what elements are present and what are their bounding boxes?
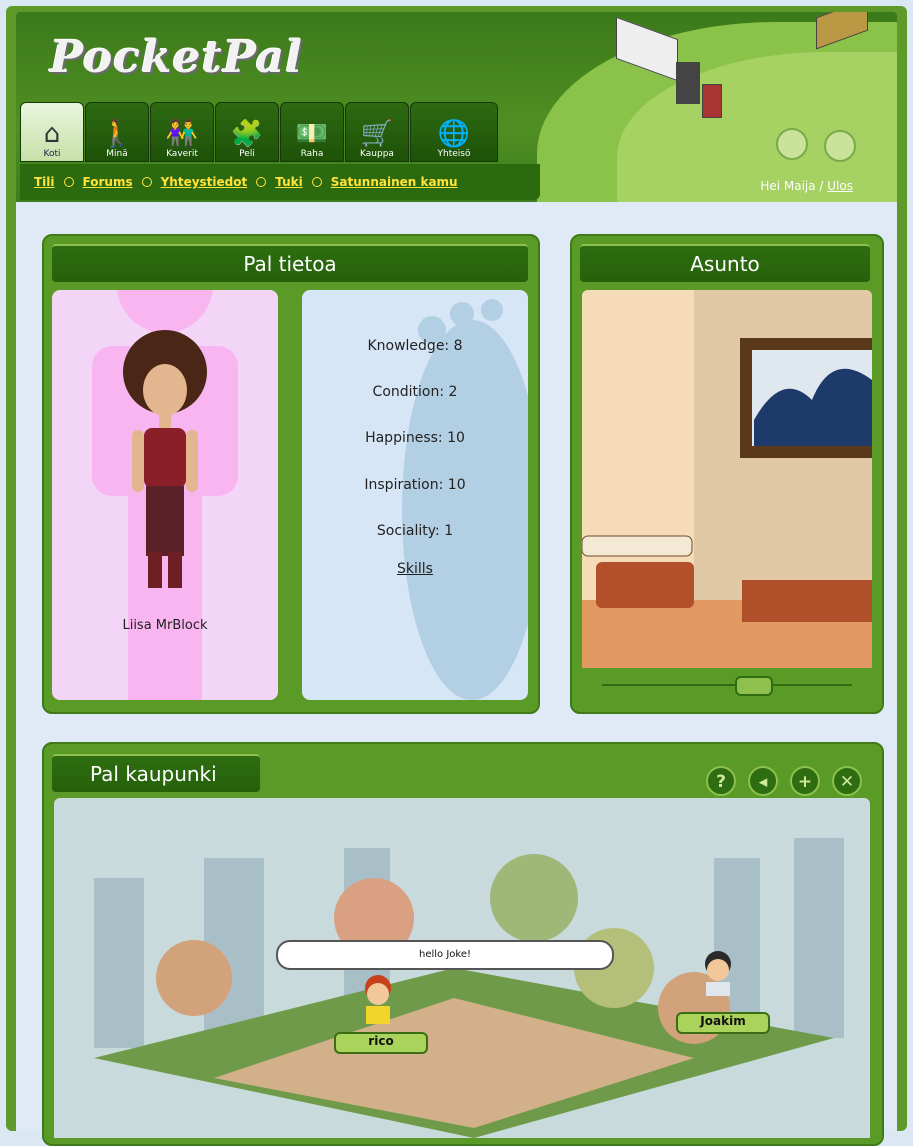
logout-link[interactable]: Ulos: [827, 179, 853, 193]
close-icon[interactable]: ✕: [832, 766, 862, 796]
money-icon: 💵: [295, 119, 329, 149]
stat-condition: Condition: 2: [372, 384, 458, 400]
stat-knowledge: Knowledge: 8: [367, 338, 463, 354]
tab-0[interactable]: ⌂ Koti: [20, 102, 84, 162]
tab-label: Minä: [106, 149, 128, 159]
globe-icon: 🌐: [437, 119, 471, 149]
subnav-link[interactable]: Tili: [34, 175, 55, 189]
tab-5[interactable]: 🛒 Kauppa: [345, 102, 409, 162]
rico-sprite: [365, 975, 391, 1024]
city-view[interactable]: hello Joke! rico Joakim: [54, 798, 870, 1138]
user-greeting: Hei Maija / Ulos: [760, 179, 853, 193]
tab-label: Kaverit: [166, 149, 198, 159]
home-icon: ⌂: [43, 119, 61, 149]
help-icon[interactable]: ?: [706, 766, 736, 796]
room-slider-track[interactable]: [602, 684, 852, 686]
room-view[interactable]: [582, 290, 872, 668]
tab-label: Raha: [300, 149, 324, 159]
subnav-link[interactable]: Tuki: [275, 175, 303, 189]
sub-navigation: Tili Forums Yhteystiedot Tuki Satunnainen ka…: [20, 164, 540, 200]
subnav-link[interactable]: Satunnainen kamu: [331, 175, 458, 189]
puzzle-icon: 🧩: [230, 119, 264, 149]
tab-3[interactable]: 🧩 Peli: [215, 102, 279, 162]
separator-dot: [256, 177, 267, 187]
header-building: [702, 84, 722, 118]
greeting-text: Hei Maija /: [760, 179, 828, 193]
stat-happiness: Happiness: 10: [365, 430, 465, 446]
subnav-link[interactable]: Yhteystiedot: [161, 175, 248, 189]
skills-link-text[interactable]: Skills: [397, 561, 433, 577]
skills-link[interactable]: Skills: [302, 561, 528, 577]
character-rico[interactable]: [358, 974, 398, 1030]
tab-label: Kauppa: [360, 149, 394, 159]
stat-inspiration: Inspiration: 10: [364, 477, 466, 493]
tab-6[interactable]: 🌐 Yhteisö: [410, 102, 498, 162]
header-tree: [824, 130, 856, 162]
panel-title: Asunto: [580, 244, 870, 282]
room-slider-handle[interactable]: [735, 676, 773, 696]
nametag-rico[interactable]: rico: [334, 1032, 428, 1054]
city-panel: Pal kaupunki hello Joke! rico Joakim ? ◂…: [42, 742, 884, 1146]
tab-label: Koti: [43, 149, 61, 159]
zoom-in-icon[interactable]: +: [790, 766, 820, 796]
tab-label: Yhteisö: [437, 149, 471, 159]
tab-2[interactable]: 👫 Kaverit: [150, 102, 214, 162]
content-area: Pal tietoa Liisa MrBlock Knowledge: 8 Co…: [16, 202, 897, 1146]
avatar-card: Liisa MrBlock: [52, 290, 278, 700]
separator-dot: [141, 177, 152, 187]
joakim-sprite: [705, 951, 731, 996]
avatar-character: [123, 330, 207, 588]
subnav-link[interactable]: Forums: [83, 175, 133, 189]
header-building: [676, 62, 700, 104]
asunto-panel: Asunto: [570, 234, 884, 714]
panel-title: Pal tietoa: [52, 244, 528, 282]
site-logo[interactable]: PocketPal: [50, 32, 303, 83]
tab-1[interactable]: 🚶 Minä: [85, 102, 149, 162]
separator-dot: [63, 177, 74, 187]
tab-label: Peli: [239, 149, 255, 159]
sound-icon[interactable]: ◂: [748, 766, 778, 796]
separator-dot: [311, 177, 322, 187]
friends-icon: 👫: [165, 119, 199, 149]
person-walking-icon: 🚶: [100, 119, 134, 149]
stat-sociality: Sociality: 1: [376, 523, 454, 539]
stats-card: Knowledge: 8 Condition: 2 Happiness: 10 …: [302, 290, 528, 700]
tab-4[interactable]: 💵 Raha: [280, 102, 344, 162]
speech-bubble: hello Joke!: [276, 940, 614, 970]
header-tree: [776, 128, 808, 160]
pal-info-panel: Pal tietoa Liisa MrBlock Knowledge: 8 Co…: [42, 234, 540, 714]
shopping-cart-icon: 🛒: [360, 119, 394, 149]
avatar-name: Liisa MrBlock: [122, 618, 208, 633]
panel-title: Pal kaupunki: [52, 754, 260, 792]
main-tabs: ⌂ Koti 🚶 Minä 👫 Kaverit 🧩 Peli 💵 Raha 🛒 Kauppa 🌐 Yhte…: [20, 102, 498, 162]
room-scene: [582, 290, 872, 668]
nametag-joakim[interactable]: Joakim: [676, 1012, 770, 1034]
character-joakim[interactable]: [698, 950, 738, 1006]
